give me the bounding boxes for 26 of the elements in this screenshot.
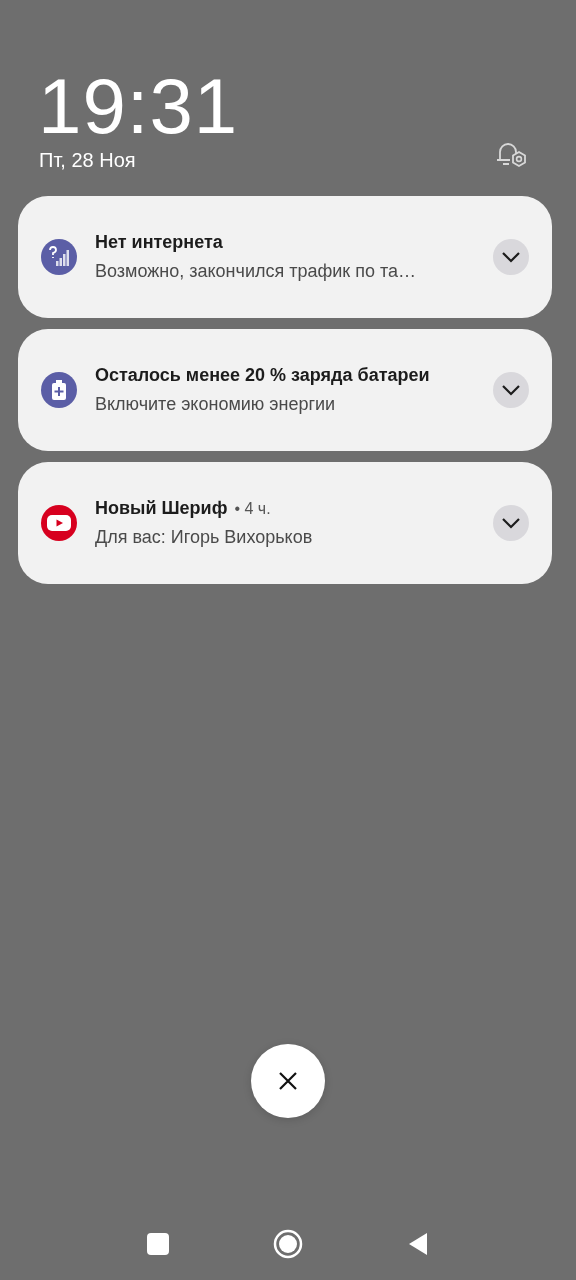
home-circle-icon <box>273 1229 303 1259</box>
notification-title: Новый Шериф <box>95 498 228 519</box>
date-text: Пт, 28 Ноя <box>39 148 137 172</box>
notification-card[interactable]: Новый Шериф • 4 ч. Для вас: Игорь Вихорьков <box>18 462 552 584</box>
play-icon <box>46 513 72 533</box>
close-icon <box>278 1071 298 1091</box>
battery-icon <box>49 379 69 401</box>
notification-card[interactable]: Осталось менее 20 % заряда батареи Включите экономию энергии <box>18 329 552 451</box>
expand-button[interactable] <box>493 372 529 408</box>
chevron-down-icon <box>501 251 521 263</box>
clock-time: 19:31 <box>38 64 239 148</box>
notification-time: • 4 ч. <box>234 500 271 518</box>
chevron-down-icon <box>501 384 521 396</box>
home-button[interactable] <box>273 1229 303 1259</box>
notification-title: Нет интернета <box>95 232 223 253</box>
notification-text: Возможно, закончился трафик по та… <box>95 261 418 282</box>
notification-card[interactable]: Нет интернета Возможно, закончился трафик по та… <box>18 196 552 318</box>
notification-text: Для вас: Игорь Вихорьков <box>95 527 314 548</box>
square-icon <box>147 1233 169 1255</box>
chevron-down-icon <box>501 517 521 529</box>
expand-button[interactable] <box>493 505 529 541</box>
notification-title: Осталось менее 20 % заряда батареи <box>95 365 430 386</box>
no-signal-icon <box>48 246 70 268</box>
expand-button[interactable] <box>493 239 529 275</box>
notification-text: Включите экономию энергии <box>95 394 337 415</box>
back-triangle-icon <box>408 1232 428 1256</box>
